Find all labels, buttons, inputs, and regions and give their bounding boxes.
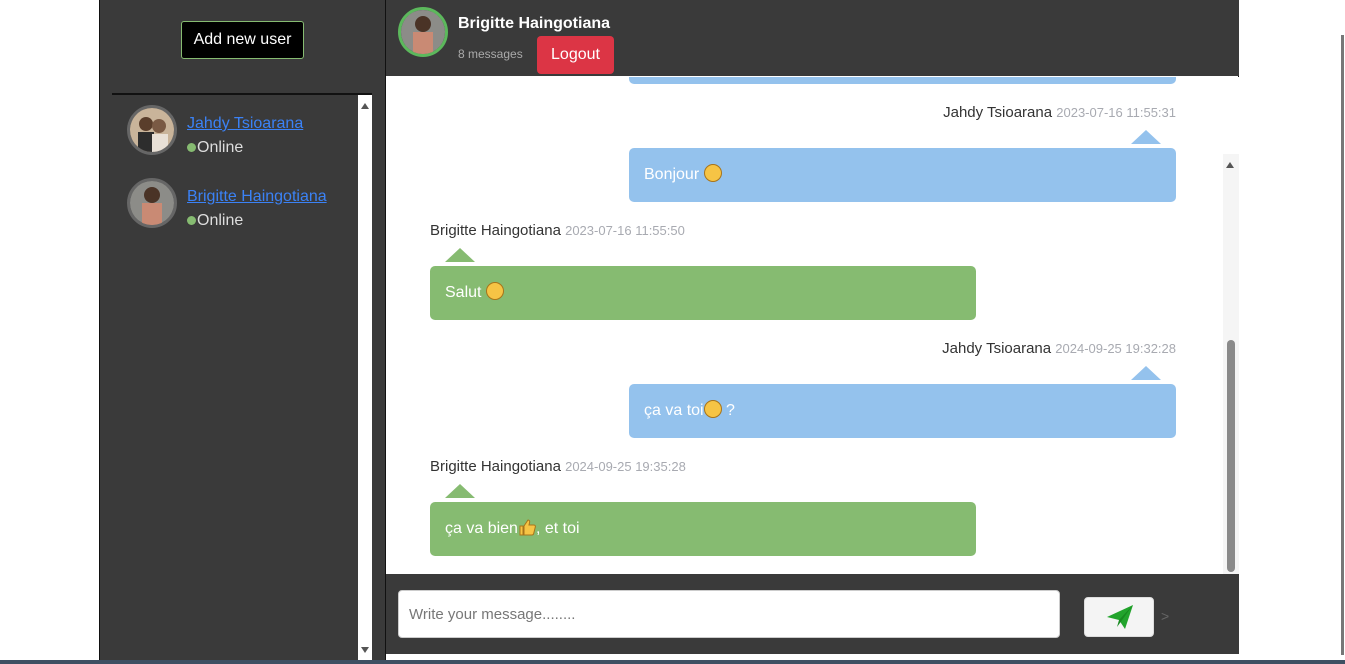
sidebar-scrollbar[interactable] bbox=[358, 95, 372, 660]
bubble-pointer bbox=[1131, 130, 1161, 144]
message-composer: > bbox=[386, 574, 1239, 654]
message-author: Jahdy Tsioarana bbox=[942, 340, 1052, 357]
user-item-brigitte[interactable]: Brigitte Haingotiana Online bbox=[127, 178, 357, 233]
message-time: 2023-07-16 11:55:50 bbox=[565, 223, 685, 238]
message-bubble: ça va bien , et toi bbox=[430, 502, 976, 556]
avatar bbox=[127, 178, 177, 228]
window-bottom-edge bbox=[0, 660, 1345, 664]
message-bubble: Bonjour bbox=[629, 148, 1176, 202]
page-scroll-thumb[interactable] bbox=[1341, 35, 1344, 655]
message-text-suffix: , et toi bbox=[535, 520, 580, 537]
scroll-up-icon[interactable] bbox=[1226, 162, 1234, 168]
user-item-jahdy[interactable]: Jahdy Tsioarana Online bbox=[127, 105, 357, 160]
message-text: Bonjour bbox=[644, 166, 700, 183]
online-dot-icon bbox=[187, 143, 196, 152]
message-time: 2024-09-25 19:32:28 bbox=[1055, 341, 1176, 356]
message-text: ça va bien bbox=[445, 520, 518, 537]
message-input[interactable] bbox=[398, 590, 1060, 638]
scroll-down-icon[interactable] bbox=[361, 647, 369, 653]
message-meta: Jahdy Tsioarana 2024-09-25 19:32:28 bbox=[942, 340, 1176, 357]
user-photo-icon bbox=[130, 181, 174, 225]
add-new-user-button[interactable]: Add new user bbox=[181, 21, 304, 59]
chat-scroll-thumb[interactable] bbox=[1227, 340, 1235, 572]
user-photo-icon bbox=[130, 108, 174, 152]
message-text-suffix: ? bbox=[721, 402, 735, 419]
chat-with-name: Brigitte Haingotiana bbox=[458, 15, 611, 32]
user-list[interactable]: Jahdy Tsioarana Online Brigitte Haingoti… bbox=[112, 95, 357, 660]
message-time: 2023-07-16 11:55:31 bbox=[1056, 105, 1176, 120]
message-text: ça va toi bbox=[644, 402, 704, 419]
avatar bbox=[127, 105, 177, 155]
user-link-jahdy[interactable]: Jahdy Tsioarana bbox=[187, 115, 303, 133]
smile-emoji-icon bbox=[485, 281, 504, 300]
page: Add new user Jahdy Tsioarana Online Brig… bbox=[0, 0, 1345, 664]
smile-emoji-icon bbox=[703, 163, 722, 182]
message-time: 2024-09-25 19:35:28 bbox=[565, 459, 686, 474]
bubble-pointer bbox=[445, 484, 475, 498]
chat-panel: Brigitte Haingotiana 8 messages Logout J… bbox=[385, 0, 1239, 660]
user-status: Online bbox=[187, 139, 243, 157]
sidebar: Add new user Jahdy Tsioarana Online Brig… bbox=[99, 0, 385, 660]
logout-button[interactable]: Logout bbox=[537, 36, 614, 74]
user-photo-icon bbox=[401, 10, 445, 54]
send-caret: > bbox=[1161, 608, 1170, 624]
message-meta: Brigitte Haingotiana 2023-07-16 11:55:50 bbox=[430, 222, 685, 239]
smile-emoji-icon bbox=[703, 399, 722, 418]
message-meta: Jahdy Tsioarana 2023-07-16 11:55:31 bbox=[943, 104, 1176, 121]
send-icon bbox=[1107, 605, 1133, 629]
status-label: Online bbox=[197, 212, 244, 229]
message-count: 8 messages bbox=[458, 47, 523, 61]
message-bubble bbox=[629, 77, 1176, 84]
chat-scrollbar[interactable] bbox=[1223, 154, 1239, 574]
thumbs-up-icon bbox=[519, 519, 536, 536]
scroll-up-icon[interactable] bbox=[361, 103, 369, 109]
message-author: Brigitte Haingotiana bbox=[430, 222, 561, 239]
user-link-brigitte[interactable]: Brigitte Haingotiana bbox=[187, 188, 327, 206]
status-label: Online bbox=[197, 139, 244, 156]
send-button[interactable] bbox=[1084, 597, 1154, 637]
bubble-pointer bbox=[445, 248, 475, 262]
message-author: Brigitte Haingotiana bbox=[430, 458, 561, 475]
bubble-pointer bbox=[1131, 366, 1161, 380]
message-meta: Brigitte Haingotiana 2024-09-25 19:35:28 bbox=[430, 458, 686, 475]
message-bubble: ça va toi ? bbox=[629, 384, 1176, 438]
message-text: Salut bbox=[445, 284, 482, 301]
user-status: Online bbox=[187, 212, 243, 230]
avatar bbox=[398, 7, 448, 57]
online-dot-icon bbox=[187, 216, 196, 225]
chat-header: Brigitte Haingotiana 8 messages Logout bbox=[386, 0, 1239, 76]
message-bubble: Salut bbox=[430, 266, 976, 320]
page-scrollbar[interactable] bbox=[1333, 0, 1345, 660]
chat-history[interactable]: Jahdy Tsioarana 2023-07-16 11:55:31 Bonj… bbox=[386, 77, 1239, 574]
message-author: Jahdy Tsioarana bbox=[943, 104, 1053, 121]
